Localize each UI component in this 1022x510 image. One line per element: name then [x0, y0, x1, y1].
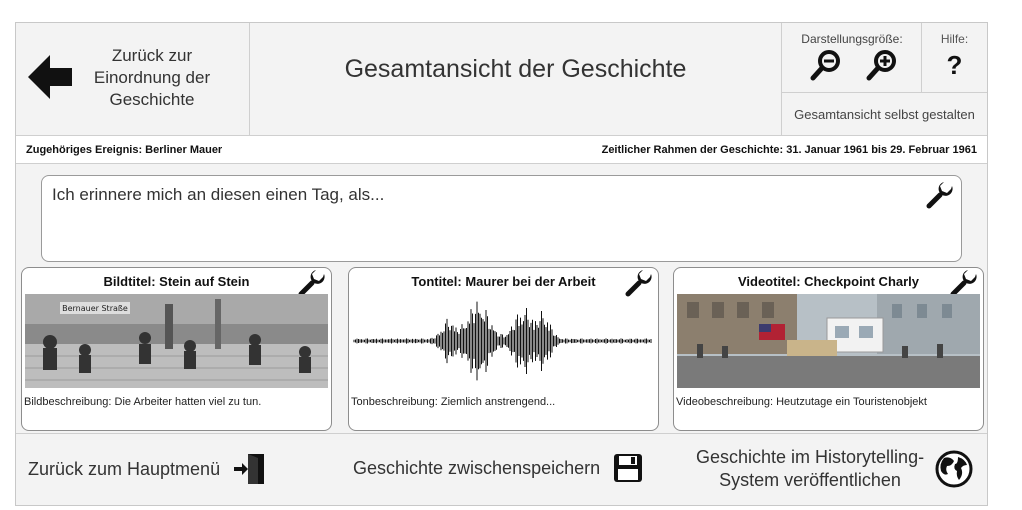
zoom-in-icon[interactable]: [866, 49, 898, 81]
video-description: Videobeschreibung: Heutzutage ein Touris…: [676, 396, 927, 408]
back-to-classification-button[interactable]: Zurück zur Einordnung der Geschichte: [16, 23, 250, 136]
save-label: Geschichte zwischenspeichern: [353, 457, 601, 478]
image-thumbnail[interactable]: Bernauer Straße: [25, 294, 328, 388]
story-timeframe: Zeitlicher Rahmen der Geschichte: 31. Ja…: [601, 144, 977, 156]
page-title: Gesamtansicht der Geschichte: [250, 23, 782, 136]
video-title: Videotitel: Checkpoint Charly: [737, 274, 920, 289]
image-card[interactable]: Bildtitel: Stein auf Stein Bernauer Stra…: [21, 267, 332, 431]
audio-card[interactable]: Tontitel: Maurer bei der Arbeit Tonbesch…: [348, 267, 659, 431]
back-button-label: Zurück zur Einordnung der Geschichte: [93, 46, 211, 109]
main-menu-button[interactable]: Zurück zum Hauptmenü: [28, 452, 266, 486]
video-card[interactable]: Videotitel: Checkpoint Charly Videobesch…: [673, 267, 984, 431]
display-size-label: Darstellungsgröße:: [801, 32, 903, 46]
audio-waveform[interactable]: [352, 294, 655, 388]
help-icon: ?: [946, 50, 963, 80]
story-overview-window: Zurück zur Einordnung der Geschichte Ges…: [15, 22, 988, 506]
publish-label: Geschichte im Historytelling- System ver…: [696, 447, 925, 490]
street-sign-text: Bernauer Straße: [62, 304, 128, 313]
info-bar: Zugehöriges Ereignis: Berliner Mauer Zei…: [16, 136, 987, 164]
audio-title: Tontitel: Maurer bei der Arbeit: [411, 274, 596, 289]
zoom-out-icon[interactable]: [810, 49, 842, 81]
header-bar: Zurück zur Einordnung der Geschichte Ges…: [16, 23, 987, 136]
publish-story-button[interactable]: Geschichte im Historytelling- System ver…: [696, 446, 974, 492]
floppy-disk-icon: [612, 452, 644, 484]
display-size-panel: Darstellungsgröße:: [782, 23, 922, 93]
related-event: Zugehöriges Ereignis: Berliner Mauer: [26, 144, 223, 156]
main-menu-label: Zurück zum Hauptmenü: [28, 458, 221, 479]
story-text-box[interactable]: Ich erinnere mich an diesen einen Tag, a…: [41, 175, 962, 262]
wrench-icon[interactable]: [925, 180, 955, 210]
image-title: Bildtitel: Stein auf Stein: [103, 274, 250, 289]
story-text: Ich erinnere mich an diesen einen Tag, a…: [52, 185, 385, 204]
footer-bar: Zurück zum Hauptmenü Geschichte zwischen…: [16, 433, 987, 505]
customize-overview-button[interactable]: Gesamtansicht selbst gestalten: [782, 93, 987, 136]
image-description: Bildbeschreibung: Die Arbeiter hatten vi…: [24, 396, 262, 408]
arrow-left-icon: [26, 53, 74, 101]
video-thumbnail[interactable]: [677, 294, 980, 388]
help-button[interactable]: Hilfe: ?: [922, 23, 987, 93]
exit-door-icon: [232, 452, 266, 486]
audio-description: Tonbeschreibung: Ziemlich anstrengend...: [351, 396, 556, 408]
help-label: Hilfe:: [940, 32, 969, 46]
globe-icon: [934, 449, 974, 489]
save-story-button[interactable]: Geschichte zwischenspeichern: [353, 452, 644, 484]
